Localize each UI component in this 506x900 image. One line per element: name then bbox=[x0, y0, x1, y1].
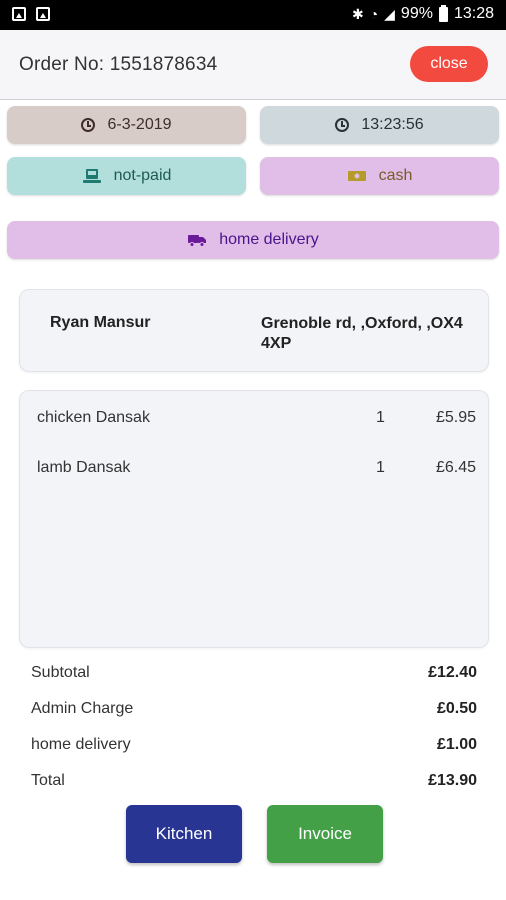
delivery-type-chip: home delivery bbox=[7, 221, 499, 259]
total-label: Admin Charge bbox=[31, 700, 134, 717]
customer-card: Ryan Mansur Grenoble rd, ,Oxford, ,OX4 4… bbox=[19, 289, 489, 372]
invoice-button[interactable]: Invoice bbox=[267, 805, 383, 863]
order-number: Order No: 1551878634 bbox=[19, 54, 218, 75]
delivery-type: home delivery bbox=[219, 231, 319, 248]
delivery-charge-row: home delivery £1.00 bbox=[31, 736, 477, 758]
clock-icon bbox=[81, 118, 96, 132]
customer-name: Ryan Mansur bbox=[50, 314, 151, 331]
close-button[interactable]: close bbox=[410, 46, 488, 82]
item-quantity: 1 bbox=[376, 459, 385, 476]
battery-icon bbox=[438, 4, 448, 22]
total-value: £0.50 bbox=[436, 700, 477, 717]
security-icon bbox=[36, 7, 50, 21]
status-bar-notifications bbox=[12, 7, 50, 21]
total-value: £13.90 bbox=[428, 772, 477, 789]
image-icon bbox=[12, 7, 26, 21]
item-price: £6.45 bbox=[435, 459, 476, 476]
battery-percent: 99% bbox=[400, 5, 433, 22]
item-price: £5.95 bbox=[435, 409, 476, 426]
subtotal-row: Subtotal £12.40 bbox=[31, 664, 477, 686]
status-time: 13:28 bbox=[453, 5, 494, 22]
total-label: Total bbox=[31, 772, 65, 789]
order-items-card: chicken Dansak 1 £5.95 lamb Dansak 1 £6.… bbox=[19, 390, 489, 648]
payment-status-chip: not-paid bbox=[7, 157, 246, 195]
status-bar: ✱ ◔ ◢ 99% 13:28 bbox=[0, 0, 506, 30]
cash-icon bbox=[347, 171, 366, 181]
kitchen-button[interactable]: Kitchen bbox=[126, 805, 242, 863]
signal-icon: ◢ bbox=[384, 5, 395, 22]
wifi-icon: ◔ bbox=[369, 6, 379, 22]
item-quantity: 1 bbox=[376, 409, 385, 426]
order-date: 6-3-2019 bbox=[107, 116, 172, 133]
list-item: chicken Dansak 1 £5.95 bbox=[20, 409, 490, 433]
total-label: Subtotal bbox=[31, 664, 90, 681]
admin-charge-row: Admin Charge £0.50 bbox=[31, 700, 477, 722]
bluetooth-icon: ✱ bbox=[351, 5, 364, 22]
status-bar-system: ✱ ◔ ◢ 99% 13:28 bbox=[351, 4, 494, 23]
payment-method: cash bbox=[378, 167, 413, 184]
total-label: home delivery bbox=[31, 736, 131, 753]
order-date-chip: 6-3-2019 bbox=[7, 106, 246, 144]
total-value: £1.00 bbox=[436, 736, 477, 753]
item-name: chicken Dansak bbox=[37, 409, 150, 426]
truck-icon bbox=[188, 235, 207, 247]
item-name: lamb Dansak bbox=[37, 459, 131, 476]
clock-icon bbox=[335, 118, 350, 132]
customer-address: Grenoble rd, ,Oxford, ,OX4 4XP bbox=[261, 315, 463, 352]
payment-status: not-paid bbox=[113, 167, 172, 184]
payment-method-chip: cash bbox=[260, 157, 499, 195]
list-item: lamb Dansak 1 £6.45 bbox=[20, 459, 490, 483]
grand-total-row: Total £13.90 bbox=[31, 772, 477, 794]
total-value: £12.40 bbox=[428, 664, 477, 681]
order-time: 13:23:56 bbox=[361, 116, 424, 133]
payment-terminal-icon bbox=[82, 169, 101, 183]
order-time-chip: 13:23:56 bbox=[260, 106, 499, 144]
order-header: Order No: 1551878634 close bbox=[0, 30, 506, 100]
